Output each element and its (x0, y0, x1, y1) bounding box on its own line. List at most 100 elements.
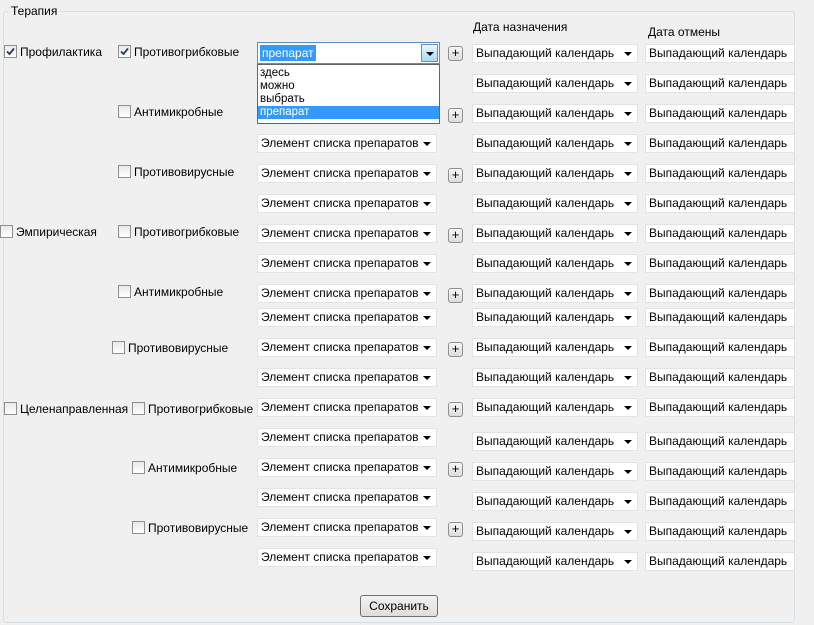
chevron-down-icon (423, 202, 431, 206)
start-date-calendar[interactable]: Выпадающий календарь (472, 224, 638, 243)
antifungal-checkbox[interactable]: Противогрибковые (118, 45, 239, 60)
checkbox-box[interactable] (4, 402, 17, 416)
start-date-calendar[interactable]: Выпадающий календарь (472, 398, 638, 417)
drug-combobox[interactable]: Элемент списка препаратов (257, 368, 437, 387)
add-drug-button[interactable]: + (448, 46, 463, 61)
dropdown-option[interactable]: здесь (258, 67, 439, 80)
end-date-calendar[interactable]: Выпадающий календарь (645, 224, 795, 243)
drug-combobox[interactable]: Элемент списка препаратов (257, 134, 437, 153)
chevron-down-icon (624, 346, 632, 350)
start-date-calendar[interactable]: Выпадающий календарь (472, 368, 638, 387)
start-date-calendar[interactable]: Выпадающий календарь (472, 492, 638, 511)
end-date-calendar[interactable]: Выпадающий календарь (645, 164, 795, 183)
start-date-calendar[interactable]: Выпадающий календарь (472, 284, 638, 303)
checkbox-box[interactable] (132, 402, 145, 416)
antimicrobial-checkbox[interactable]: Антимикробные (132, 461, 237, 476)
add-drug-button[interactable]: + (448, 522, 463, 537)
start-date-calendar[interactable]: Выпадающий календарь (472, 432, 638, 451)
antiviral-checkbox[interactable]: Противовирусные (118, 165, 234, 180)
chevron-down-icon (624, 202, 632, 206)
dropdown-option-selected[interactable]: препарат (258, 106, 439, 119)
start-date-calendar[interactable]: Выпадающий календарь (472, 134, 638, 153)
start-date-calendar[interactable]: Выпадающий календарь (472, 74, 638, 93)
end-date-text: Выпадающий календарь (649, 310, 788, 324)
checkbox-box[interactable] (0, 225, 13, 239)
start-date-calendar[interactable]: Выпадающий календарь (472, 164, 638, 183)
end-date-calendar[interactable]: Выпадающий календарь (645, 74, 795, 93)
checkbox-box[interactable] (118, 165, 131, 179)
add-drug-button[interactable]: + (448, 402, 463, 417)
end-date-calendar[interactable]: Выпадающий календарь (645, 134, 795, 153)
end-date-calendar[interactable]: Выпадающий календарь (645, 194, 795, 213)
start-date-calendar[interactable]: Выпадающий календарь (472, 338, 638, 357)
start-date-calendar[interactable]: Выпадающий календарь (472, 522, 638, 541)
start-date-calendar[interactable]: Выпадающий календарь (472, 254, 638, 273)
antimicrobial-checkbox[interactable]: Антимикробные (118, 105, 223, 120)
prophylaxis-checkbox[interactable]: Профилактика (4, 45, 102, 60)
start-date-calendar[interactable]: Выпадающий календарь (472, 308, 638, 327)
add-drug-button[interactable]: + (448, 462, 463, 477)
drug-combobox[interactable]: Элемент списка препаратов (257, 224, 437, 243)
end-date-calendar[interactable]: Выпадающий календарь (645, 492, 795, 511)
start-date-calendar[interactable]: Выпадающий календарь (472, 194, 638, 213)
end-date-calendar[interactable]: Выпадающий календарь (645, 368, 795, 387)
drug-combobox[interactable]: Элемент списка препаратов (257, 428, 437, 447)
checkbox-box[interactable] (132, 461, 145, 475)
dropdown-option[interactable]: выбрать (258, 93, 439, 106)
add-drug-button[interactable]: + (448, 168, 463, 183)
drug-combobox[interactable]: Элемент списка препаратов (257, 458, 437, 477)
checkbox-box[interactable] (132, 521, 145, 535)
antifungal-checkbox[interactable]: Противогрибковые (118, 225, 239, 240)
dropdown-button[interactable] (421, 44, 438, 62)
end-date-calendar[interactable]: Выпадающий календарь (645, 552, 795, 571)
add-drug-button[interactable]: + (448, 288, 463, 303)
end-date-calendar[interactable]: Выпадающий календарь (645, 398, 795, 417)
drug-combobox[interactable]: Элемент списка препаратов (257, 488, 437, 507)
checkbox-box[interactable] (118, 225, 131, 239)
end-date-calendar[interactable]: Выпадающий календарь (645, 462, 795, 481)
start-date-calendar[interactable]: Выпадающий календарь (472, 104, 638, 123)
drug-combobox-active[interactable]: препарат (257, 42, 440, 64)
drug-combobox[interactable]: Элемент списка препаратов (257, 338, 437, 357)
checkbox-box[interactable] (118, 45, 131, 59)
drug-combobox[interactable]: Элемент списка препаратов (257, 308, 437, 327)
end-date-calendar[interactable]: Выпадающий календарь (645, 308, 795, 327)
start-date-calendar[interactable]: Выпадающий календарь (472, 552, 638, 571)
drug-combobox[interactable]: Элемент списка препаратов (257, 284, 437, 303)
chevron-down-icon (624, 406, 632, 410)
drug-combobox[interactable]: Элемент списка препаратов (257, 194, 437, 213)
antimicrobial-checkbox[interactable]: Антимикробные (118, 285, 223, 300)
targeted-checkbox[interactable]: Целенаправленная (4, 402, 128, 417)
start-date-calendar[interactable]: Выпадающий календарь (472, 44, 638, 63)
dropdown-option[interactable]: можно (258, 80, 439, 93)
check-icon (6, 48, 15, 56)
end-date-calendar[interactable]: Выпадающий календарь (645, 432, 795, 451)
end-date-calendar[interactable]: Выпадающий календарь (645, 44, 795, 63)
drug-combobox[interactable]: Элемент списка препаратов (257, 548, 437, 567)
add-drug-button[interactable]: + (448, 342, 463, 357)
add-drug-button[interactable]: + (448, 228, 463, 243)
checkbox-box[interactable] (112, 341, 125, 355)
antiviral-checkbox[interactable]: Противовирусные (112, 341, 228, 356)
checkbox-box[interactable] (4, 45, 17, 59)
start-date-text: Выпадающий календарь (476, 310, 615, 324)
add-drug-button[interactable]: + (448, 108, 463, 123)
end-date-calendar[interactable]: Выпадающий календарь (645, 284, 795, 303)
end-date-calendar[interactable]: Выпадающий календарь (645, 522, 795, 541)
end-date-calendar[interactable]: Выпадающий календарь (645, 338, 795, 357)
drug-combobox[interactable]: Элемент списка препаратов (257, 518, 437, 537)
checkbox-box[interactable] (118, 285, 131, 299)
drug-combobox[interactable]: Элемент списка препаратов (257, 164, 437, 183)
end-date-calendar[interactable]: Выпадающий календарь (645, 104, 795, 123)
antifungal-checkbox[interactable]: Противогрибковые (132, 402, 253, 417)
start-date-calendar[interactable]: Выпадающий календарь (472, 462, 638, 481)
chevron-down-icon (423, 292, 431, 296)
end-date-calendar[interactable]: Выпадающий календарь (645, 254, 795, 273)
empiric-checkbox[interactable]: Эмпирическая (0, 225, 97, 240)
chevron-down-icon (423, 262, 431, 266)
drug-combobox[interactable]: Элемент списка препаратов (257, 254, 437, 273)
checkbox-box[interactable] (118, 105, 131, 119)
antiviral-checkbox[interactable]: Противовирусные (132, 521, 248, 536)
drug-combobox[interactable]: Элемент списка препаратов (257, 398, 437, 417)
save-button[interactable]: Сохранить (360, 595, 438, 617)
